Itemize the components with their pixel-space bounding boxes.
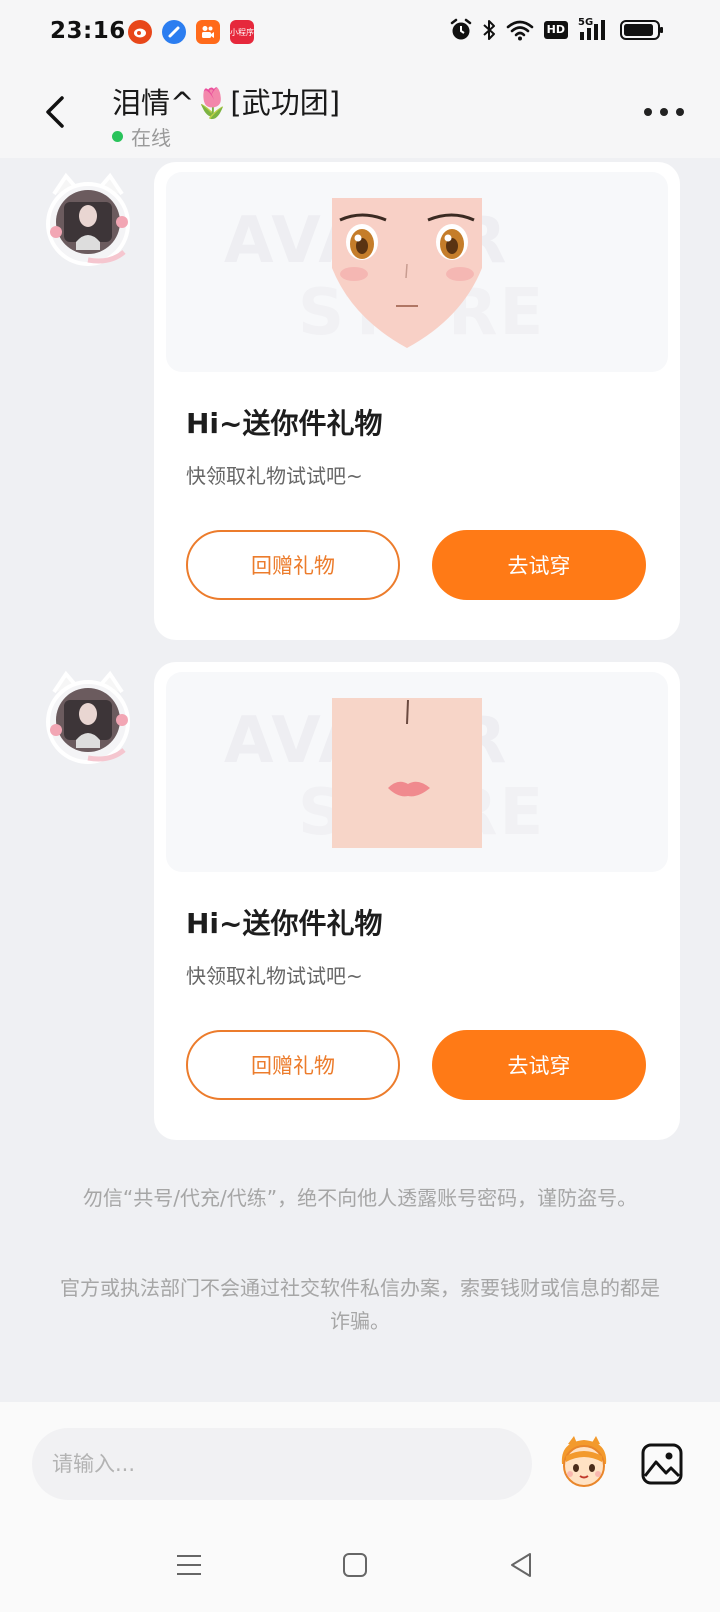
gift-card: AVATAR STORE Hi~送你件礼物 快领取礼物试试吧~	[154, 162, 680, 640]
wifi-icon	[506, 18, 534, 42]
back-button[interactable]	[40, 92, 70, 132]
signal-icon: 5G	[578, 17, 610, 42]
message-input[interactable]	[32, 1428, 532, 1500]
input-bar	[0, 1402, 720, 1512]
sticker-face-icon	[561, 1436, 607, 1487]
battery-icon	[620, 18, 664, 42]
blue-app-icon	[162, 20, 186, 44]
hd-label: HD	[543, 21, 568, 39]
status-time: 23:16	[50, 18, 126, 44]
more-dot-icon	[676, 108, 684, 116]
face-item-image	[332, 198, 482, 348]
return-gift-button[interactable]: 回赠礼物	[186, 530, 400, 600]
hd-icon: HD	[543, 18, 568, 42]
mini-app-icon: 小程序	[230, 20, 254, 44]
more-dot-icon	[644, 108, 652, 116]
try-on-button[interactable]: 去试穿	[432, 1030, 646, 1100]
gift-preview[interactable]: AVATAR STORE	[166, 172, 668, 372]
more-dot-icon	[660, 108, 668, 116]
gift-card-subtitle: 快领取礼物试试吧~	[186, 964, 363, 988]
chat-area[interactable]: AVATAR STORE Hi~送你件礼物 快领取礼物试试吧~	[0, 158, 720, 1402]
home-square-icon	[343, 1553, 367, 1577]
contact-avatar[interactable]	[40, 670, 136, 766]
image-button[interactable]	[640, 1442, 684, 1486]
kuaishou-icon	[196, 20, 220, 44]
status-bar: 23:16 小程序 HD 5G	[0, 0, 720, 66]
contact-avatar[interactable]	[40, 172, 136, 268]
gift-preview[interactable]: AVATAR STORE	[166, 672, 668, 872]
system-icons: HD 5G	[450, 17, 664, 42]
gift-card-title: Hi~送你件礼物	[186, 907, 383, 940]
image-icon	[641, 1443, 683, 1485]
back-nav-button[interactable]	[506, 1550, 536, 1580]
alarm-icon	[450, 18, 472, 42]
online-status: 在线	[112, 122, 171, 151]
return-gift-button[interactable]: 回赠礼物	[186, 1030, 400, 1100]
chevron-left-icon	[46, 96, 64, 128]
gift-card-subtitle: 快领取礼物试试吧~	[186, 464, 363, 488]
back-triangle-icon	[511, 1553, 531, 1577]
system-nav-bar	[0, 1512, 720, 1612]
chat-header: 泪情^🌷[武功团] 在线	[0, 66, 720, 158]
try-on-button[interactable]: 去试穿	[432, 530, 646, 600]
mouth-item-image	[332, 698, 482, 848]
online-status-label: 在线	[131, 126, 171, 150]
home-button[interactable]	[340, 1550, 370, 1580]
security-notice: 勿信“共号/代充/代练”，绝不向他人透露账号密码，谨防盗号。	[82, 1186, 638, 1210]
emoji-button[interactable]	[556, 1434, 612, 1490]
gift-card-title: Hi~送你件礼物	[186, 407, 383, 440]
menu-icon	[177, 1555, 201, 1575]
more-options-button[interactable]	[644, 104, 684, 120]
fraud-notice: 官方或执法部门不会通过社交软件私信办案，索要钱财或信息的都是诈骗。	[60, 1276, 660, 1333]
gift-card: AVATAR STORE Hi~送你件礼物 快领取礼物试试吧~ 回赠礼物 去试穿	[154, 662, 680, 1140]
bluetooth-icon	[482, 18, 496, 42]
online-dot-icon	[112, 131, 123, 142]
weibo-icon	[128, 20, 152, 44]
notification-icons: 小程序	[128, 20, 254, 44]
menu-button[interactable]	[174, 1550, 204, 1580]
contact-name[interactable]: 泪情^🌷[武功团]	[112, 80, 340, 122]
